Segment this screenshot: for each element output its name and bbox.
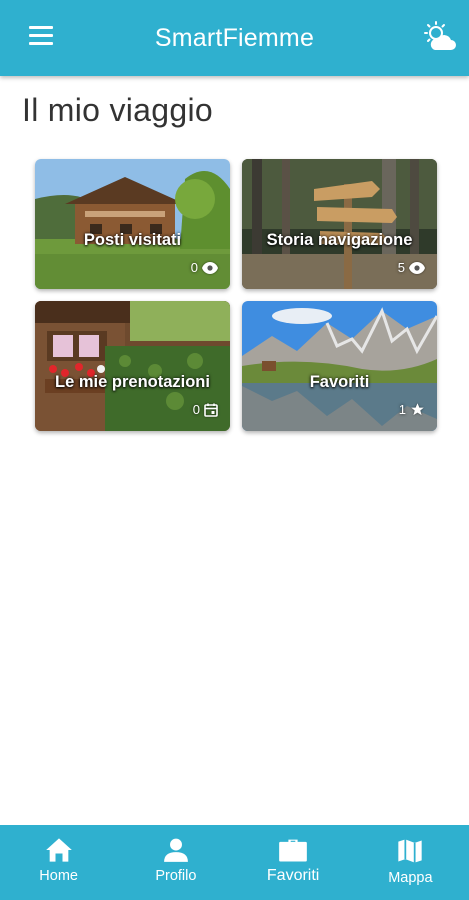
map-icon: [398, 839, 423, 863]
card-count: 0: [193, 402, 218, 417]
weather-cloud-sun-icon: [424, 21, 456, 50]
app-bar: SmartFiemme: [0, 0, 469, 76]
count-value: 0: [190, 260, 198, 275]
home-icon: [45, 838, 72, 862]
nav-profile[interactable]: Profilo: [117, 825, 234, 900]
card-count: 1: [399, 402, 425, 417]
nav-home[interactable]: Home: [0, 825, 117, 900]
card-label: Favoriti: [309, 373, 370, 391]
calendar-icon: [204, 403, 218, 417]
nav-label: Home: [39, 868, 78, 884]
eye-icon: [409, 261, 425, 274]
card-label: Posti visitati: [83, 231, 182, 249]
card-count: 5: [398, 260, 425, 275]
count-value: 1: [398, 402, 406, 417]
nav-map[interactable]: Mappa: [352, 825, 469, 900]
count-value: 0: [192, 402, 200, 417]
card-visited-places[interactable]: Posti visitati 0: [35, 159, 230, 289]
star-icon: [411, 403, 424, 416]
card-favorites[interactable]: Favoriti 1: [242, 301, 437, 431]
count-value: 5: [397, 260, 405, 275]
bottom-navigation: Home Profilo Favoriti Mappa: [0, 825, 469, 900]
menu-icon-line: [29, 26, 53, 29]
nav-label: Favoriti: [266, 867, 320, 884]
eye-icon: [202, 261, 218, 274]
card-my-bookings[interactable]: Le mie prenotazioni 0: [35, 301, 230, 431]
card-label: Le mie prenotazioni: [55, 373, 210, 391]
card-label: Storia navigazione: [266, 231, 413, 249]
nav-label: Mappa: [388, 870, 433, 886]
card-navigation-history[interactable]: Storia navigazione 5: [242, 159, 437, 289]
weather-button[interactable]: [423, 20, 459, 56]
briefcase-icon: [279, 839, 307, 862]
page-title: Il mio viaggio: [22, 92, 213, 128]
menu-icon-line: [29, 34, 53, 37]
nav-label: Profilo: [155, 868, 197, 884]
menu-button[interactable]: [24, 26, 58, 50]
app-title: SmartFiemme: [154, 23, 315, 52]
nav-favorites[interactable]: Favoriti: [235, 825, 352, 900]
person-icon: [163, 838, 188, 862]
menu-icon-line: [29, 42, 53, 45]
card-count: 0: [191, 260, 218, 275]
